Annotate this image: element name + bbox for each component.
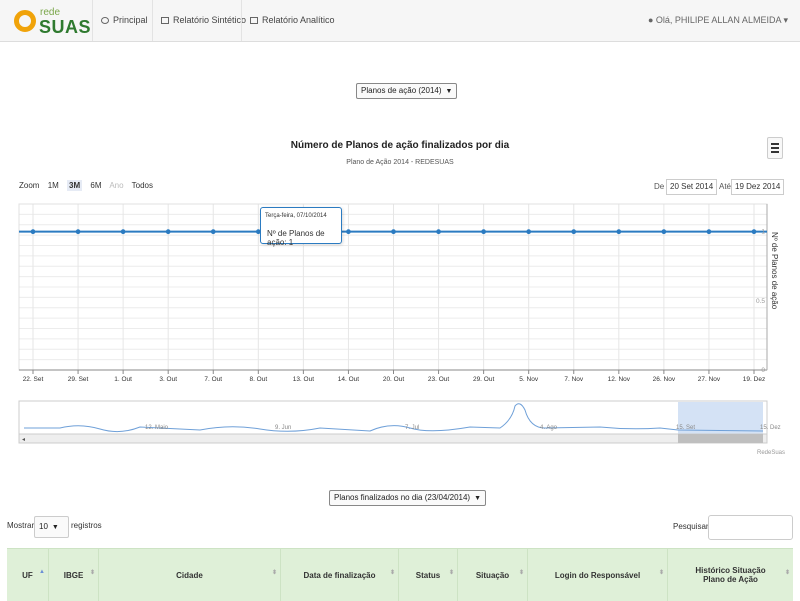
x-tick-label: 29. Out [473,376,495,383]
chart-credits[interactable]: RedeSuas [757,450,785,456]
col-login-responsavel-label: Login do Responsável [554,570,641,580]
navigator-label: 15. Set [676,425,695,431]
col-status-label: Status [415,570,441,580]
sort-icon: ⬍ [658,570,664,576]
data-point[interactable] [571,229,577,235]
col-historico-situacao[interactable]: Histórico Situação Plano de Ação ⬍ [668,549,793,601]
data-point[interactable] [30,229,36,235]
data-point[interactable] [436,229,441,235]
navigator-label: 4. Ago [540,425,558,431]
x-tick-label: 7. Nov [564,376,584,383]
table-header-row: UF ▲ IBGE ⬍ Cidade ⬍ Data de finalização ⬍ S… [7,548,793,601]
col-historico-situacao-label: Histórico Situação Plano de Ação [695,566,766,584]
col-ibge[interactable]: IBGE ⬍ [49,549,99,601]
col-uf[interactable]: UF ▲ [7,549,49,601]
day-select-value: Planos finalizados no dia (23/04/2014) [334,493,471,502]
tooltip-value: Nº de Planos de ação: 1 [267,229,325,247]
data-point[interactable] [346,229,351,235]
x-axis-ticks: 22. Set 29. Set 1. Out 3. Out 7. Out 8. Out 13… [23,370,765,383]
x-tick-label: 12. Nov [608,376,631,383]
col-cidade[interactable]: Cidade ⬍ [99,549,281,601]
y-tick-label: 1 [761,229,765,236]
x-tick-label: 19. Dez [743,376,765,383]
y-axis-ticks: 10.50 [756,229,765,374]
data-point[interactable] [165,229,171,235]
scroll-left-arrow-icon[interactable]: ◂ [22,437,25,443]
chart-series-group [19,229,767,235]
x-tick-label: 23. Out [428,376,450,383]
search-input[interactable] [708,515,793,540]
navigator-label: 12. Maio [145,425,169,431]
col-situacao-label: Situação [475,570,510,580]
show-label: Mostrar [7,521,35,530]
sort-icon: ⬍ [784,570,790,576]
navigator-scrollbar-thumb[interactable] [678,434,763,443]
sort-icon: ⬍ [448,570,454,576]
data-point[interactable] [75,229,81,235]
sort-icon: ⬍ [271,570,277,576]
x-tick-label: 26. Nov [653,376,676,383]
x-tick-label: 29. Set [68,376,89,383]
x-tick-label: 14. Out [338,376,360,383]
x-tick-label: 1. Out [114,376,132,383]
sort-icon: ⬍ [389,570,395,576]
data-point[interactable] [120,229,126,235]
x-tick-label: 8. Out [249,376,267,383]
data-point[interactable] [751,229,757,235]
data-point[interactable] [661,229,667,235]
col-situacao[interactable]: Situação ⬍ [458,549,528,601]
chart-tooltip: Terça-feira, 07/10/2014 Nº de Planos de … [260,207,342,247]
y-tick-label: 0 [761,367,765,374]
x-tick-label: 13. Out [293,376,315,383]
data-point[interactable] [210,229,216,235]
col-cidade-label: Cidade [176,570,203,580]
navigator-label: 15. Dez [760,425,781,431]
col-status[interactable]: Status ⬍ [399,549,458,601]
x-tick-label: 27. Nov [698,376,721,383]
sort-icon: ⬍ [518,570,524,576]
x-tick-label: 20. Out [383,376,405,383]
line-chart: 22. Set 29. Set 1. Out 3. Out 7. Out 8. Out 13… [18,203,785,456]
records-label: registros [71,521,102,530]
sort-asc-icon: ▲ [39,569,45,575]
navigator-label: 9. Jun [275,425,291,431]
chevron-down-icon: ▼ [51,524,59,531]
data-point[interactable] [391,229,396,235]
x-tick-label: 3. Out [159,376,177,383]
x-tick-label: 7. Out [204,376,222,383]
navigator-scrollbar[interactable] [18,433,768,444]
col-data-finalizacao[interactable]: Data de finalização ⬍ [281,549,399,601]
data-point[interactable] [616,229,622,235]
col-login-responsavel[interactable]: Login do Responsável ⬍ [528,549,668,601]
tooltip-date: Terça-feira, 07/10/2014 [265,213,327,219]
data-point[interactable] [526,229,532,235]
day-select[interactable]: Planos finalizados no dia (23/04/2014) ▼ [329,490,487,506]
search-label: Pesquisar [673,522,709,531]
col-uf-label: UF [22,570,33,580]
chevron-down-icon: ▼ [474,495,482,502]
data-point[interactable] [706,229,712,235]
y-axis-title: Nº de Planos de ação [770,232,779,310]
data-point[interactable] [481,229,487,235]
col-ibge-label: IBGE [63,570,84,580]
page-size-value: 10 [39,522,48,531]
navigator-label: 7. Jul [405,425,419,431]
x-tick-label: 22. Set [23,376,44,383]
y-tick-label: 0.5 [756,298,765,305]
page-size-select[interactable]: 10 ▼ [34,516,69,538]
x-tick-label: 5. Nov [519,376,539,383]
sort-icon: ⬍ [89,570,95,576]
col-data-finalizacao-label: Data de finalização [303,570,376,580]
